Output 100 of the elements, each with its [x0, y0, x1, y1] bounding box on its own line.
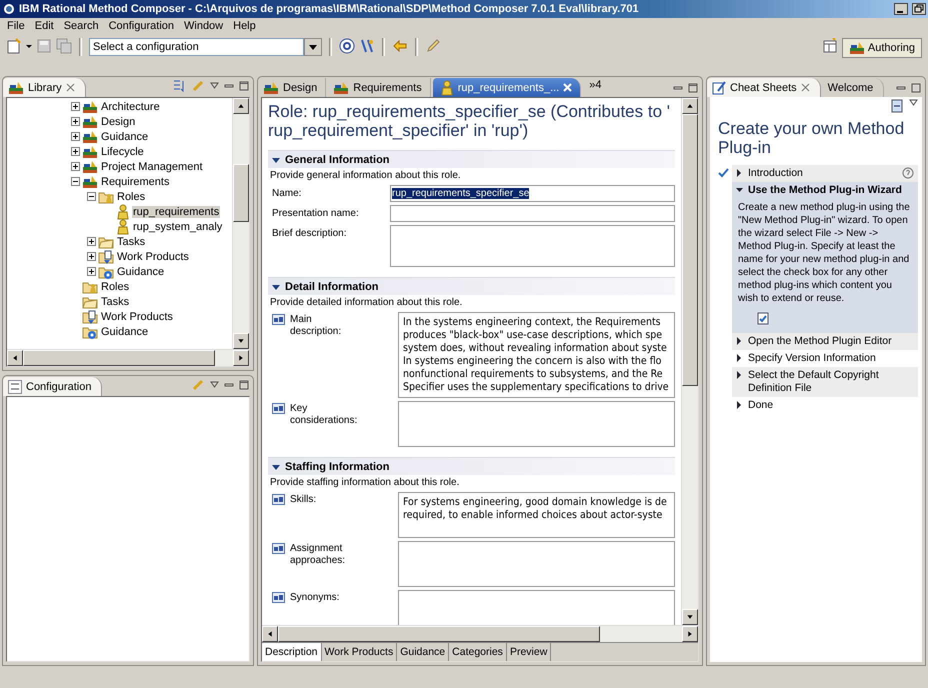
- text-field[interactable]: [390, 205, 675, 222]
- expand-toggle[interactable]: [87, 237, 96, 246]
- minimize-icon[interactable]: [224, 381, 234, 389]
- clipboard-check-icon[interactable]: [756, 311, 770, 325]
- section-title[interactable]: General Information: [285, 154, 390, 166]
- perspective-button[interactable]: Authoring: [842, 38, 922, 58]
- expand-toggle[interactable]: [71, 177, 80, 186]
- dropdown-button[interactable]: [304, 38, 322, 56]
- tree-item[interactable]: Project Management: [100, 160, 204, 172]
- tree-item[interactable]: Work Products: [116, 250, 190, 262]
- expand-toggle[interactable]: [71, 132, 80, 141]
- view-menu-icon[interactable]: [210, 381, 219, 389]
- menu-item[interactable]: Window: [179, 20, 228, 32]
- editor-tab[interactable]: rup_requirements_...: [432, 78, 582, 97]
- minimize-icon[interactable]: [224, 82, 234, 90]
- back-arrow-icon[interactable]: [392, 38, 408, 54]
- scrollbar-thumb[interactable]: [278, 626, 600, 642]
- rich-text-field[interactable]: [398, 401, 675, 447]
- maximize-icon[interactable]: [911, 83, 921, 93]
- scroll-up-button[interactable]: [233, 98, 249, 114]
- expand-toggle[interactable]: [87, 252, 96, 261]
- tree-item[interactable]: Guidance: [100, 130, 150, 142]
- expand-icon[interactable]: [736, 352, 743, 364]
- tree-item[interactable]: Tasks: [100, 296, 130, 308]
- scrollbar-thumb[interactable]: [233, 164, 249, 222]
- menu-item[interactable]: Edit: [30, 20, 59, 32]
- scroll-down-button[interactable]: [682, 609, 698, 625]
- rich-text-field[interactable]: For systems engineering, good domain knowledge is de required, to enable informed choices about actor-syste: [398, 492, 675, 538]
- new-icon[interactable]: [6, 38, 22, 54]
- configuration-select[interactable]: Select a configuration: [89, 38, 304, 56]
- page-tab[interactable]: Preview: [506, 643, 552, 661]
- tree-item[interactable]: Tasks: [116, 236, 146, 248]
- tree-item[interactable]: Lifecycle: [100, 146, 145, 158]
- tree-item[interactable]: Roles: [100, 280, 130, 292]
- text-field[interactable]: rup_requirements_specifier_se: [390, 185, 675, 202]
- minimize-button[interactable]: [894, 3, 908, 15]
- expand-toggle[interactable]: [71, 102, 80, 111]
- tree-item[interactable]: rup_system_analy: [132, 220, 224, 232]
- section-title[interactable]: Staffing Information: [285, 460, 390, 472]
- scrollbar-thumb[interactable]: [682, 114, 698, 386]
- tree-item[interactable]: Design: [100, 116, 136, 128]
- expand-icon[interactable]: [736, 167, 743, 179]
- page-tab[interactable]: Work Products: [322, 643, 398, 661]
- maximize-icon[interactable]: [688, 83, 698, 93]
- maximize-icon[interactable]: [239, 380, 249, 390]
- scroll-left-button[interactable]: [262, 626, 278, 642]
- view-tab[interactable]: Configuration: [3, 377, 102, 396]
- help-icon[interactable]: [902, 167, 914, 179]
- view-menu-icon[interactable]: [210, 82, 219, 90]
- tree-item[interactable]: Architecture: [100, 100, 161, 112]
- help-icon[interactable]: [339, 38, 355, 54]
- sort-icon[interactable]: [172, 79, 186, 93]
- step-title[interactable]: Done: [748, 399, 914, 412]
- expand-toggle[interactable]: [87, 267, 96, 276]
- expand-icon[interactable]: [736, 369, 743, 381]
- collapse-icon[interactable]: [272, 156, 280, 164]
- menu-item[interactable]: Configuration: [104, 20, 179, 32]
- scroll-up-button[interactable]: [682, 98, 698, 114]
- rich-text-field[interactable]: [398, 590, 675, 625]
- view-tab[interactable]: Library: [3, 78, 86, 97]
- expand-toggle[interactable]: [71, 162, 80, 171]
- page-tab[interactable]: Description: [262, 643, 322, 661]
- scroll-right-button[interactable]: [233, 350, 249, 366]
- minimize-icon[interactable]: [896, 84, 906, 92]
- minimize-icon[interactable]: [673, 84, 683, 92]
- rich-text-field[interactable]: In the systems engineering context, the Requirements produces "black-box" use-case descriptions, which spe system does, without revealing information about syste In systems engineering the concern is also with the flo nonfunctional requirements to subsystems, and the Re Specifier uses the supplementary specifications to drive: [398, 312, 675, 398]
- close-icon[interactable]: [800, 83, 810, 92]
- scrollbar-thumb[interactable]: [23, 350, 215, 366]
- expand-toggle[interactable]: [71, 117, 80, 126]
- expand-icon[interactable]: [736, 399, 743, 411]
- page-tab[interactable]: Categories: [449, 643, 507, 661]
- scroll-down-button[interactable]: [233, 333, 249, 349]
- collapse-icon[interactable]: [272, 282, 280, 290]
- tree-item[interactable]: Guidance: [116, 266, 166, 278]
- expand-toggle[interactable]: [71, 147, 80, 156]
- menu-item[interactable]: Help: [228, 20, 261, 32]
- open-perspective-icon[interactable]: [822, 38, 838, 54]
- close-icon[interactable]: [66, 83, 75, 92]
- tree-item[interactable]: rup_requirements: [132, 206, 220, 218]
- step-title[interactable]: Use the Method Plug-in Wizard: [748, 184, 914, 197]
- cheat-sheet-icon[interactable]: [359, 38, 375, 54]
- tree-item[interactable]: Work Products: [100, 310, 174, 322]
- section-title[interactable]: Detail Information: [285, 280, 379, 292]
- restore-button[interactable]: [912, 3, 926, 15]
- maximize-icon[interactable]: [239, 81, 249, 91]
- scroll-right-button[interactable]: [682, 626, 698, 642]
- collapse-icon[interactable]: [272, 462, 280, 470]
- menu-item[interactable]: File: [2, 20, 30, 32]
- tree-item[interactable]: Requirements: [100, 176, 170, 188]
- expand-toggle[interactable]: [87, 192, 96, 201]
- text-area[interactable]: [390, 225, 675, 267]
- menu-item[interactable]: Search: [58, 20, 104, 32]
- pencil-icon[interactable]: [425, 38, 441, 54]
- page-tab[interactable]: Guidance: [397, 643, 450, 661]
- tree-item[interactable]: Roles: [116, 190, 146, 202]
- expand-icon[interactable]: [736, 335, 743, 347]
- more-tabs-button[interactable]: »4: [583, 79, 608, 97]
- step-title[interactable]: Specify Version Information: [748, 352, 914, 365]
- view-tab[interactable]: Cheat Sheets: [707, 78, 821, 97]
- scroll-left-button[interactable]: [7, 350, 23, 366]
